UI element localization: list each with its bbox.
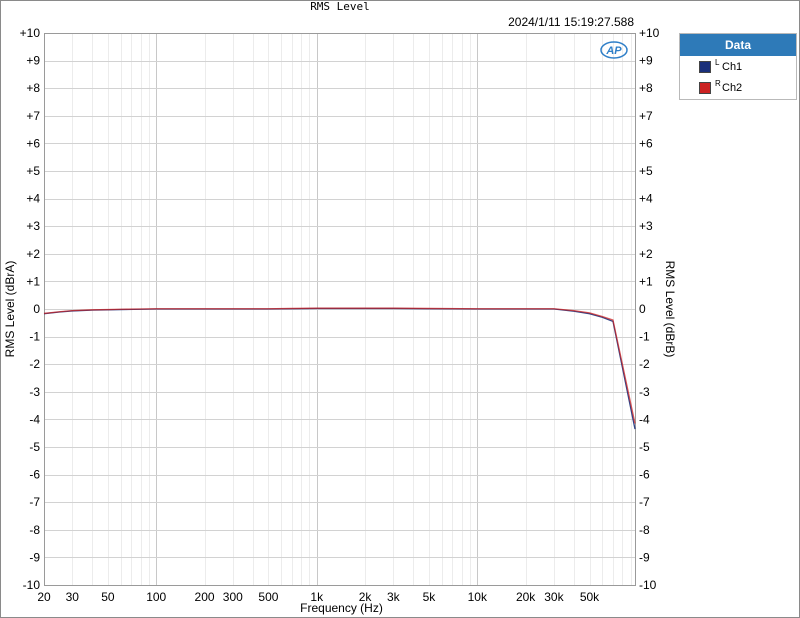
y-tick-label-right: -6 bbox=[639, 468, 650, 482]
y-tick-label-right: +9 bbox=[639, 54, 653, 68]
ch1-swatch bbox=[699, 61, 711, 73]
y-tick-label-left: +4 bbox=[26, 192, 40, 206]
y-tick-label-right: -7 bbox=[639, 495, 650, 509]
y-tick-label-right: +5 bbox=[639, 164, 653, 178]
legend-header[interactable]: Data bbox=[680, 34, 796, 56]
y-tick-label-right: +1 bbox=[639, 274, 653, 288]
y-tick-label-left: +6 bbox=[26, 136, 40, 150]
y-tick-label-right: -3 bbox=[639, 385, 650, 399]
x-tick-label: 20 bbox=[37, 590, 51, 604]
y-tick-label-right: -5 bbox=[639, 440, 650, 454]
y-tick-label-right: +2 bbox=[639, 247, 653, 261]
y-tick-label-right: -4 bbox=[639, 412, 650, 426]
y-tick-label-right: +4 bbox=[639, 192, 653, 206]
x-tick-label: 200 bbox=[195, 590, 215, 604]
y-axis-title-left: RMS Level (dBrA) bbox=[3, 261, 17, 358]
x-tick-label: 500 bbox=[258, 590, 278, 604]
y-tick-label-right: +10 bbox=[639, 26, 660, 40]
y-tick-label-left: 0 bbox=[33, 302, 40, 316]
y-tick-label-right: +7 bbox=[639, 109, 653, 123]
y-tick-label-left: -1 bbox=[29, 330, 40, 344]
legend-item-ch1[interactable]: L Ch1 bbox=[680, 56, 796, 77]
y-tick-label-right: -10 bbox=[639, 578, 657, 592]
ch2-label: Ch2 bbox=[722, 82, 743, 94]
y-tick-label-left: -8 bbox=[29, 523, 40, 537]
y-tick-label-left: +9 bbox=[26, 54, 40, 68]
y-tick-label-left: -5 bbox=[29, 440, 40, 454]
y-tick-label-left: -3 bbox=[29, 385, 40, 399]
y-axis-title-right: RMS Level (dBrB) bbox=[663, 261, 677, 358]
y-tick-label-left: -6 bbox=[29, 468, 40, 482]
legend-item-ch2[interactable]: R Ch2 bbox=[680, 77, 796, 98]
y-tick-label-right: +6 bbox=[639, 136, 653, 150]
x-axis-title: Frequency (Hz) bbox=[300, 601, 383, 615]
y-tick-label-left: -7 bbox=[29, 495, 40, 509]
x-tick-label: 300 bbox=[223, 590, 243, 604]
y-tick-label-right: 0 bbox=[639, 302, 646, 316]
y-tick-label-right: -2 bbox=[639, 357, 650, 371]
x-tick-label: 30 bbox=[66, 590, 80, 604]
x-tick-label: 5k bbox=[423, 590, 437, 604]
ch1-channel-sup: L bbox=[715, 58, 720, 67]
y-tick-label-left: -4 bbox=[29, 412, 40, 426]
legend-panel: Data L Ch1 R Ch2 bbox=[679, 33, 797, 100]
ap-logo-icon: AP bbox=[600, 41, 628, 59]
x-tick-label: 30k bbox=[544, 590, 564, 604]
y-tick-label-left: -9 bbox=[29, 550, 40, 564]
x-tick-label: 10k bbox=[468, 590, 488, 604]
y-tick-label-right: +8 bbox=[639, 81, 653, 95]
x-tick-label: 50 bbox=[101, 590, 115, 604]
y-tick-label-right: -1 bbox=[639, 330, 650, 344]
x-tick-label: 3k bbox=[387, 590, 401, 604]
x-tick-label: 20k bbox=[516, 590, 536, 604]
y-tick-label-left: -2 bbox=[29, 357, 40, 371]
y-tick-label-left: +5 bbox=[26, 164, 40, 178]
y-tick-label-left: +10 bbox=[20, 26, 41, 40]
ch2-channel-sup: R bbox=[715, 79, 721, 88]
y-tick-label-left: +8 bbox=[26, 81, 40, 95]
ap-logo-text: AP bbox=[605, 45, 622, 57]
y-tick-label-right: -9 bbox=[639, 550, 650, 564]
y-tick-label-right: -8 bbox=[639, 523, 650, 537]
y-tick-label-left: +3 bbox=[26, 219, 40, 233]
y-tick-label-left: +1 bbox=[26, 274, 40, 288]
ch2-swatch bbox=[699, 82, 711, 94]
ch1-label: Ch1 bbox=[722, 61, 743, 73]
y-tick-label-left: +7 bbox=[26, 109, 40, 123]
x-tick-label: 50k bbox=[580, 590, 600, 604]
x-tick-label: 100 bbox=[146, 590, 166, 604]
y-tick-label-right: +3 bbox=[639, 219, 653, 233]
y-tick-label-left: +2 bbox=[26, 247, 40, 261]
